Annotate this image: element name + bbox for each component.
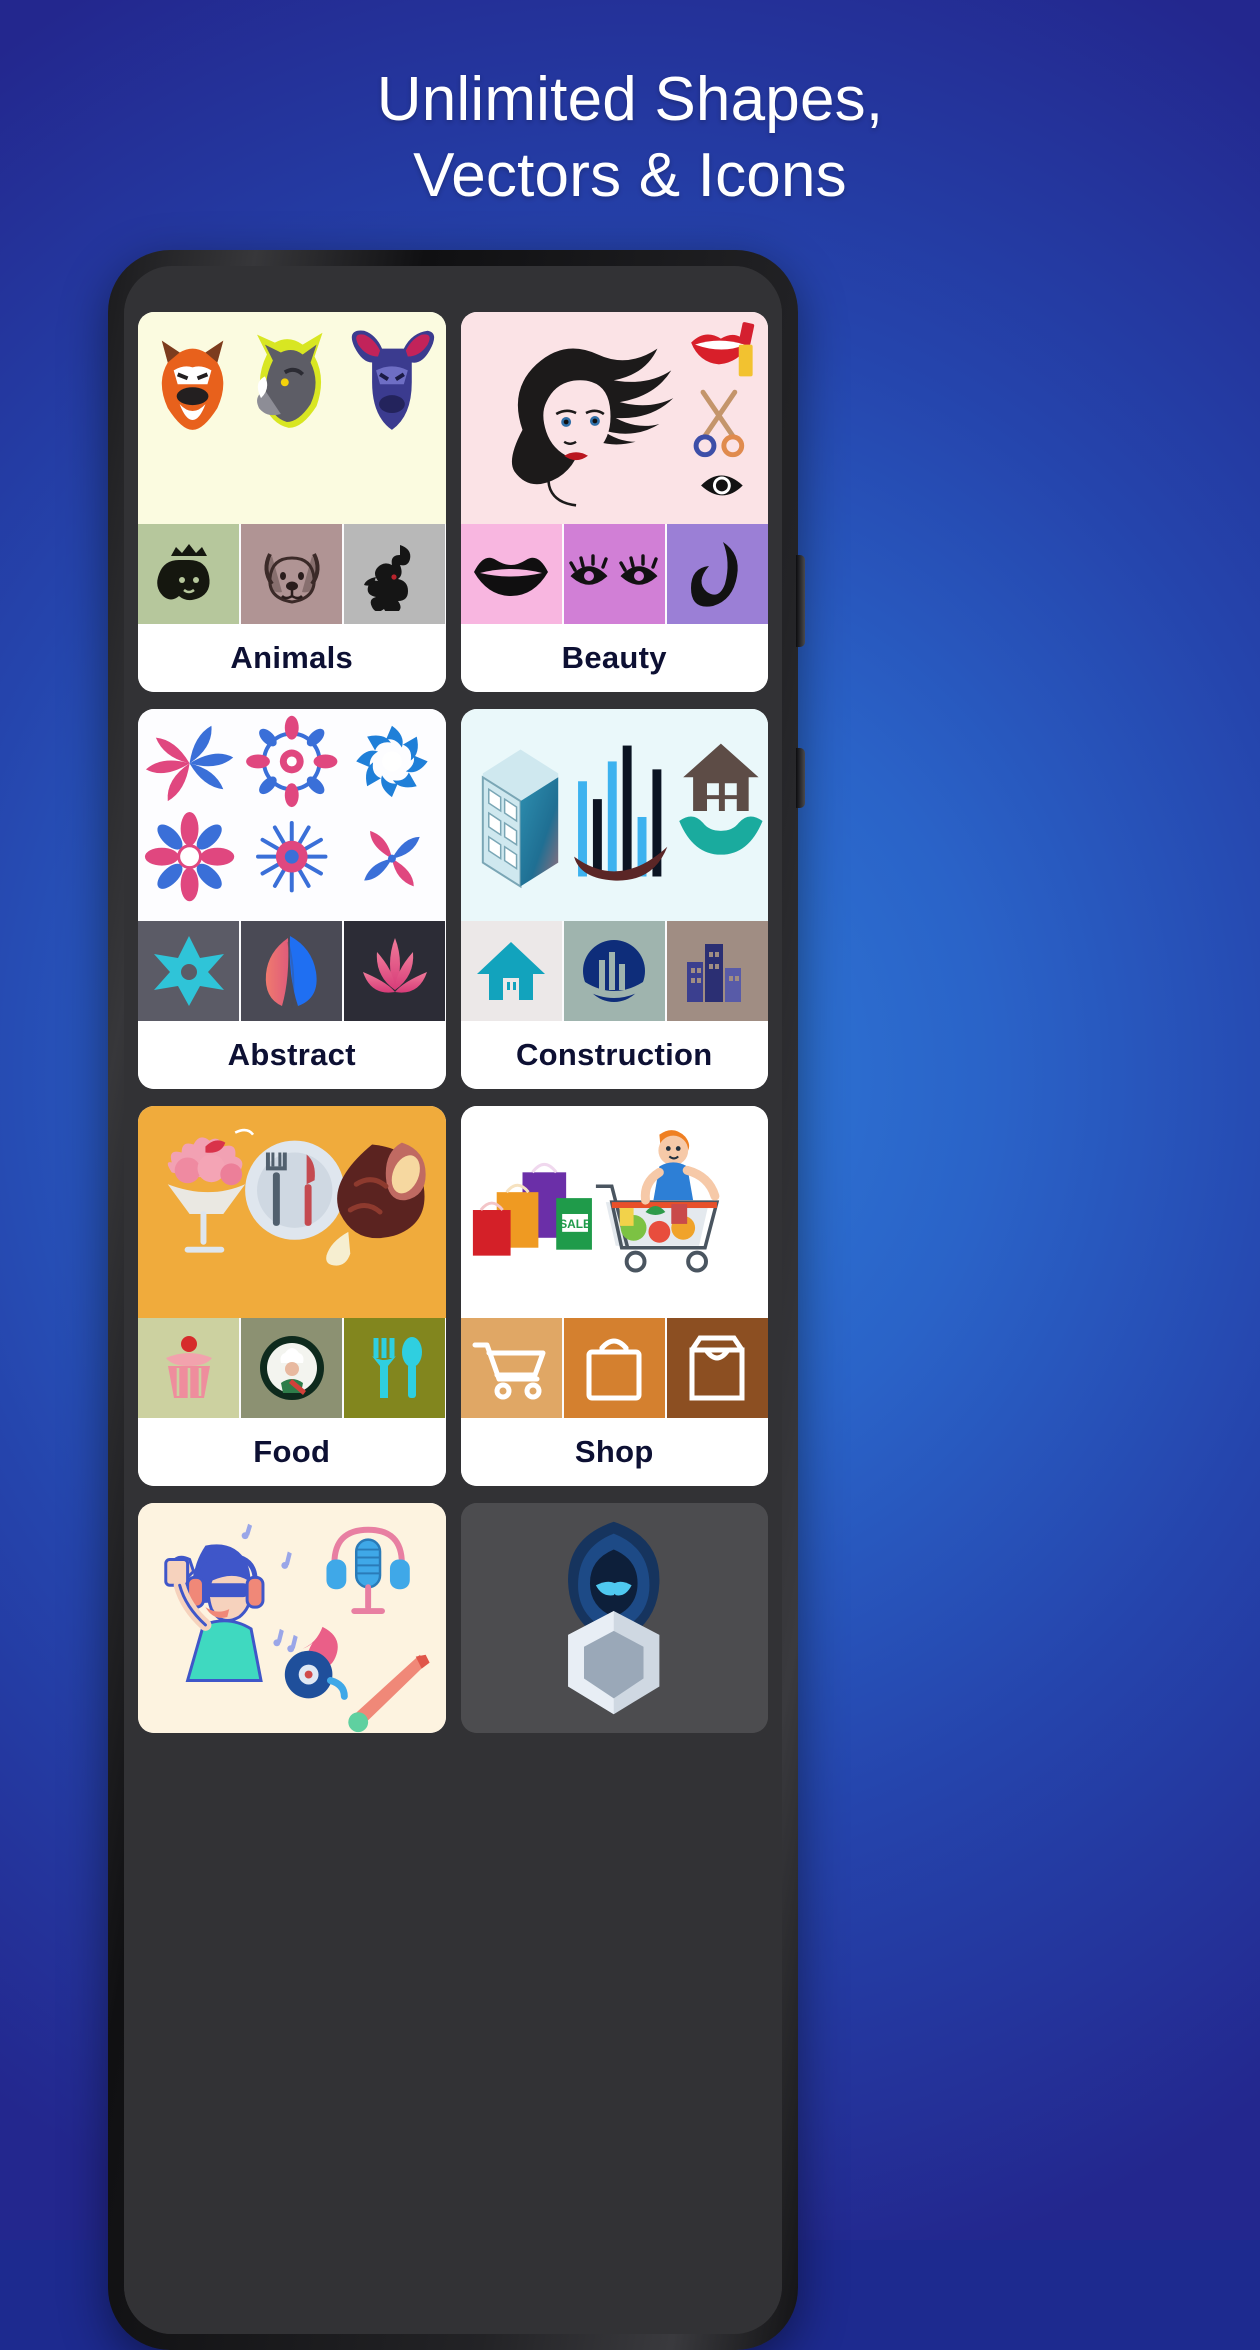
animals-hero (138, 312, 446, 524)
mandala-flower-icon (246, 715, 338, 808)
eyes-lashes-icon[interactable] (563, 524, 665, 624)
category-card-music[interactable]: Music (138, 1503, 446, 1733)
category-grid: Animals Beauty Abstract Construction Foo… (138, 312, 768, 1733)
house-in-hands-icon (678, 743, 763, 855)
shop-hero-illustration: SALE (472, 1130, 719, 1273)
boy-figure (640, 1130, 719, 1205)
dj-headphones-person-icon (164, 1523, 298, 1682)
tiger-head-mascot-icon (161, 340, 224, 430)
lion-crown-icon[interactable] (138, 524, 240, 624)
bull-head-mascot-icon (351, 330, 435, 430)
shopping-bags-icon: SALE (472, 1162, 592, 1256)
beauty-hero-illustration (511, 322, 754, 507)
category-card-food[interactable]: Food (138, 1106, 446, 1486)
beauty-thumbnails (460, 524, 768, 624)
animals-hero-illustration (161, 330, 435, 430)
dragon-tribal-icon[interactable] (344, 524, 446, 624)
gaming-hero (460, 1503, 768, 1733)
food-hero (138, 1106, 446, 1318)
category-label-food: Food (138, 1418, 446, 1486)
category-label-beauty: Beauty (460, 624, 768, 692)
power-button[interactable] (796, 748, 805, 808)
headline-line-1: Unlimited Shapes, (376, 65, 884, 134)
scissors-icon (693, 389, 744, 458)
gradient-feather-icon[interactable] (241, 921, 343, 1021)
animals-thumbnails (138, 524, 446, 624)
app-screen: Animals Beauty Abstract Construction Foo… (124, 266, 782, 2334)
beauty-hero (460, 312, 768, 524)
shop-hero: SALE (460, 1106, 768, 1318)
petal-star-icon (144, 812, 235, 902)
hooded-gamer-mascot-icon (567, 1521, 659, 1715)
house-outline-icon[interactable] (460, 921, 562, 1021)
skyline-bars-icon (573, 745, 667, 881)
windmill-icon (364, 830, 420, 887)
ham-leg-icon (326, 1142, 426, 1266)
phone-mockup: Animals Beauty Abstract Construction Foo… (108, 250, 805, 2350)
pinwheel-burst-icon (145, 725, 234, 802)
sunburst-circle-icon (256, 820, 328, 893)
headline-line-2: Vectors & Icons (413, 141, 847, 211)
music-hero-illustration (164, 1523, 430, 1733)
rhino-head-mascot-icon (257, 332, 323, 428)
skyscrapers-icon[interactable] (666, 921, 768, 1021)
lotus-leaf-icon[interactable] (344, 921, 446, 1021)
food-thumbnails (138, 1318, 446, 1418)
category-label-abstract: Abstract (138, 1021, 446, 1089)
grocery-cart-boy-icon (595, 1130, 719, 1273)
category-card-shop[interactable]: SALE Shop (460, 1106, 768, 1486)
gaming-hero-illustration (567, 1521, 659, 1715)
chef-pizza-icon[interactable] (241, 1318, 343, 1418)
paper-bag-icon[interactable] (666, 1318, 768, 1418)
spiral-swirl-icon (356, 725, 428, 798)
construction-hero (460, 709, 768, 921)
construction-hero-illustration (481, 743, 763, 889)
microphone-headset-icon (326, 1526, 410, 1615)
building-circle-icon[interactable] (563, 921, 665, 1021)
shop-thumbnails (460, 1318, 768, 1418)
shopping-cart-icon[interactable] (460, 1318, 562, 1418)
svg-text:SALE: SALE (559, 1217, 591, 1231)
page-title: Unlimited Shapes, Vectors & Icons (0, 62, 1260, 215)
category-card-abstract[interactable]: Abstract (138, 709, 446, 1089)
dog-face-icon[interactable] (241, 524, 343, 624)
construction-thumbnails (460, 921, 768, 1021)
category-label-shop: Shop (460, 1418, 768, 1486)
star-polygon-icon[interactable] (138, 921, 240, 1021)
volume-button[interactable] (796, 555, 805, 647)
category-label-construction: Construction (460, 1021, 768, 1089)
hair-swirl-icon[interactable] (666, 524, 768, 624)
category-card-beauty[interactable]: Beauty (460, 312, 768, 692)
abstract-hero-illustration (144, 715, 428, 902)
fork-knife-plate-icon (245, 1140, 345, 1240)
office-tower-icon (481, 749, 558, 889)
cupcake-icon[interactable] (138, 1318, 240, 1418)
category-label-animals: Animals (138, 624, 446, 692)
shopping-bag-icon[interactable] (563, 1318, 665, 1418)
guitar-icon (348, 1654, 430, 1733)
food-hero-illustration (167, 1128, 426, 1266)
category-card-construction[interactable]: Construction (460, 709, 768, 1089)
spoon-fork-icon[interactable] (344, 1318, 446, 1418)
abstract-hero (138, 709, 446, 921)
category-card-gaming[interactable]: Gaming (460, 1503, 768, 1733)
lips-kiss-icon[interactable] (460, 524, 562, 624)
abstract-thumbnails (138, 921, 446, 1021)
category-card-animals[interactable]: Animals (138, 312, 446, 692)
eye-icon (700, 475, 743, 496)
music-hero (138, 1503, 446, 1733)
ice-cream-sundae-icon (167, 1128, 255, 1253)
woman-long-hair-icon (511, 348, 673, 507)
lipstick-icon (690, 322, 754, 377)
phone-screen-bezel: Animals Beauty Abstract Construction Foo… (124, 266, 782, 2334)
